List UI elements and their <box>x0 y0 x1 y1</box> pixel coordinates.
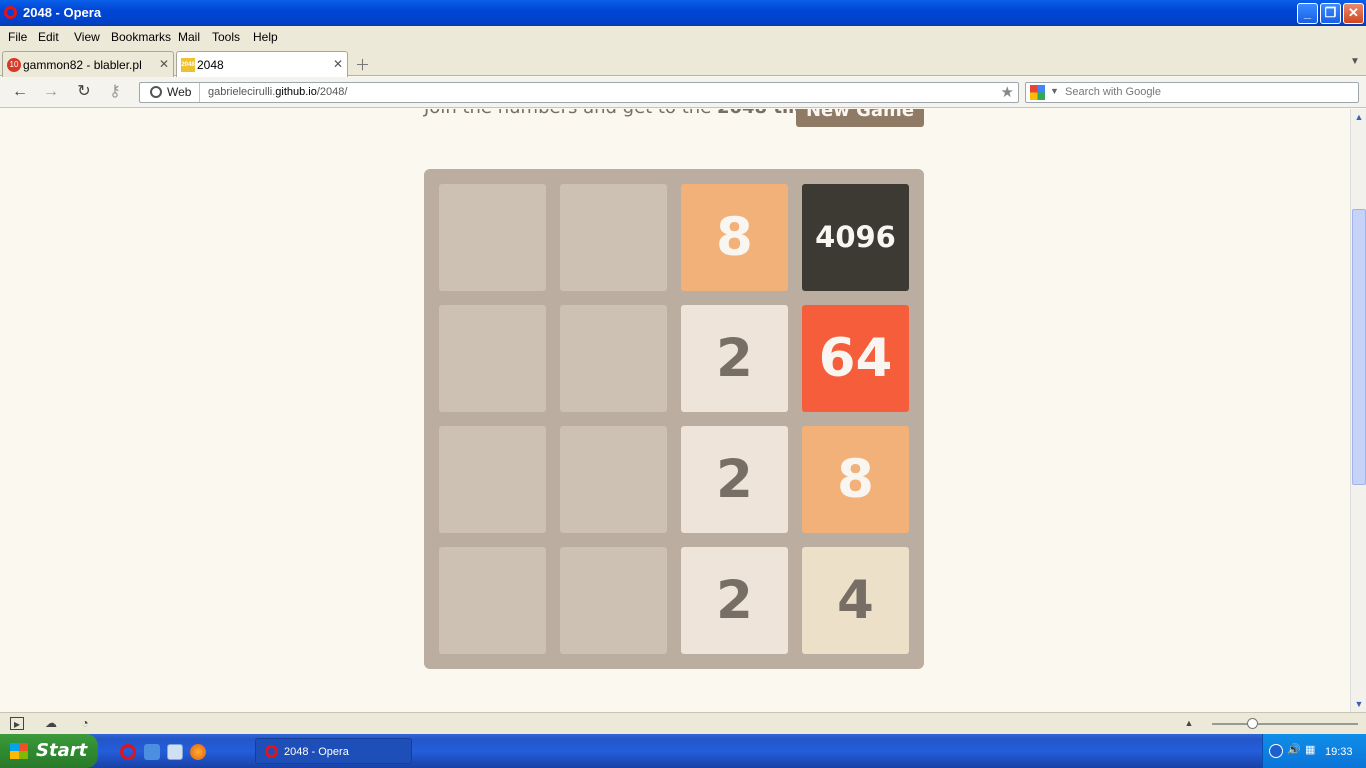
minimize-button[interactable]: _ <box>1297 3 1318 24</box>
web-scope-label: Web <box>167 85 192 99</box>
reload-icon[interactable]: ↻ <box>75 83 93 101</box>
tray-expand-chevron-icon[interactable] <box>1269 744 1283 758</box>
2048-favicon-icon: 2048 <box>181 58 195 72</box>
new-game-button[interactable]: New Game <box>796 109 924 127</box>
menu-view[interactable]: View <box>74 30 100 44</box>
empty-cell <box>560 305 667 412</box>
tab-label: 2048 <box>197 58 224 72</box>
intro-text: Join the numbers and get to the <box>424 109 717 118</box>
menu-bar: File Edit View Bookmarks Mail Tools Help <box>0 26 1366 47</box>
empty-cell <box>439 426 546 533</box>
zoom-up-arrow-icon[interactable]: ▲ <box>1182 717 1196 730</box>
scrollbar-thumb[interactable] <box>1352 209 1366 485</box>
tile-64: 64 <box>802 305 909 412</box>
tile-2: 2 <box>681 547 788 654</box>
blabler-favicon-icon: 10 <box>7 58 21 72</box>
url-prefix: gabrielecirulli. <box>208 86 276 98</box>
globe-icon <box>150 86 162 98</box>
tab-list-chevron-down-icon[interactable]: ▼ <box>1350 56 1360 67</box>
speed-dial-gauge-icon[interactable]: ◔ <box>78 717 92 730</box>
empty-cell <box>439 184 546 291</box>
url-path: /2048/ <box>316 86 348 98</box>
web-scope-button[interactable]: Web <box>140 83 200 102</box>
quicklaunch-app-icon[interactable] <box>144 744 160 760</box>
close-button[interactable]: ✕ <box>1343 3 1364 24</box>
game-intro: Join the numbers and get to the 2048 til… <box>424 109 815 118</box>
volume-icon[interactable]: 🔊 <box>1287 743 1301 756</box>
taskbar-window-button[interactable]: 2048 - Opera <box>255 738 412 764</box>
menu-mail[interactable]: Mail <box>178 30 200 44</box>
quicklaunch-explorer-icon[interactable] <box>167 744 183 760</box>
restore-button[interactable]: ❐ <box>1320 3 1341 24</box>
start-label: Start <box>36 740 88 761</box>
tab-close-icon[interactable]: ✕ <box>159 57 169 71</box>
url-domain: github.io <box>275 86 317 98</box>
quicklaunch-opera-icon[interactable] <box>120 744 136 760</box>
title-bar: 2048 - Opera _ ❐ ✕ <box>0 0 1366 26</box>
taskbar-window-label: 2048 - Opera <box>284 746 349 758</box>
forward-arrow-icon[interactable]: → <box>42 83 60 101</box>
window-title: 2048 - Opera <box>23 5 102 20</box>
menu-file[interactable]: File <box>8 30 27 44</box>
tab-close-icon[interactable]: ✕ <box>333 57 343 71</box>
menu-bookmarks[interactable]: Bookmarks <box>111 30 171 44</box>
bookmark-star-icon[interactable]: ★ <box>1001 83 1014 101</box>
search-engine-chevron-down-icon[interactable]: ▼ <box>1050 86 1059 96</box>
empty-cell <box>560 547 667 654</box>
tab-blabler[interactable]: 10 gammon82 - blabler.pl ✕ <box>2 51 174 77</box>
menu-tools[interactable]: Tools <box>212 30 240 44</box>
start-button[interactable]: Start <box>0 734 98 768</box>
url-text[interactable]: gabrielecirulli.github.io/2048/ <box>208 86 347 98</box>
windows-flag-icon <box>10 743 28 759</box>
tab-label: gammon82 - blabler.pl <box>23 58 142 72</box>
empty-cell <box>439 305 546 412</box>
tile-4: 4 <box>802 547 909 654</box>
new-tab-icon[interactable]: ＋ <box>355 54 370 75</box>
tile-8: 8 <box>681 184 788 291</box>
clock: 19:33 <box>1325 746 1353 758</box>
zoom-slider-track[interactable] <box>1212 723 1358 725</box>
scroll-up-icon[interactable]: ▲ <box>1352 109 1366 125</box>
tile-4096: 4096 <box>802 184 909 291</box>
status-bar: ▸ ☁ ◔ ▲ <box>0 712 1366 734</box>
scroll-down-icon[interactable]: ▼ <box>1352 696 1366 712</box>
back-arrow-icon[interactable]: ← <box>11 83 29 101</box>
tile-2: 2 <box>681 426 788 533</box>
tab-2048[interactable]: 2048 2048 ✕ <box>176 51 348 77</box>
page-content: Join the numbers and get to the 2048 til… <box>0 109 1350 712</box>
opera-logo-icon <box>4 6 17 19</box>
panel-toggle-icon[interactable]: ▸ <box>10 717 24 731</box>
zoom-slider-knob[interactable] <box>1247 718 1258 729</box>
tile-8: 8 <box>802 426 909 533</box>
search-field[interactable]: ▼ Search with Google <box>1025 82 1359 103</box>
navigation-bar: ← → ↻ ⚷ Web gabrielecirulli.github.io/20… <box>0 77 1366 108</box>
empty-cell <box>560 184 667 291</box>
google-icon <box>1030 85 1045 100</box>
empty-cell <box>439 547 546 654</box>
windows-taskbar: Start 2048 - Opera 🔊 ▦ 19:33 <box>0 734 1366 768</box>
address-bar[interactable]: Web gabrielecirulli.github.io/2048/ ★ <box>139 82 1019 103</box>
tile-2: 2 <box>681 305 788 412</box>
key-icon[interactable]: ⚷ <box>106 83 124 101</box>
quicklaunch-firefox-icon[interactable] <box>190 744 206 760</box>
menu-help[interactable]: Help <box>253 30 278 44</box>
tab-bar: 10 gammon82 - blabler.pl ✕ 2048 2048 ✕ ＋… <box>0 47 1366 77</box>
cloud-icon[interactable]: ☁ <box>44 717 58 730</box>
empty-cell <box>560 426 667 533</box>
network-icon[interactable]: ▦ <box>1305 743 1315 756</box>
game-board: 8 4096 2 64 2 8 2 4 <box>424 169 924 669</box>
system-tray: 🔊 ▦ 19:33 <box>1262 734 1366 768</box>
vertical-scrollbar[interactable]: ▲ ▼ <box>1350 109 1366 712</box>
search-placeholder: Search with Google <box>1065 86 1161 98</box>
opera-logo-icon <box>265 745 278 758</box>
menu-edit[interactable]: Edit <box>38 30 59 44</box>
